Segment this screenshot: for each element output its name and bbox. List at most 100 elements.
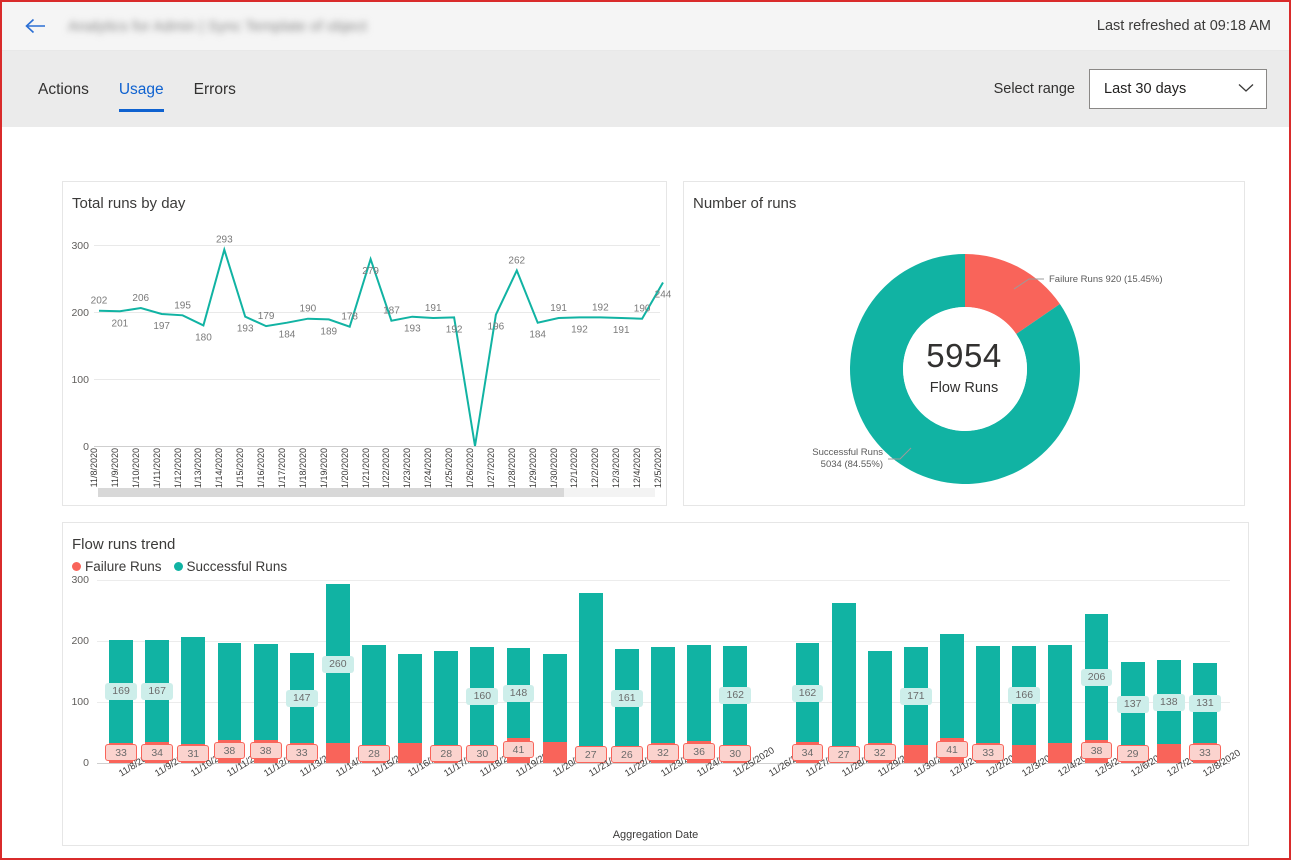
line-point-label: 192 [571, 324, 588, 335]
bar-segment-success [578, 592, 603, 747]
bar-label-failure: 41 [936, 741, 968, 759]
line-point-label: 187 [383, 306, 400, 317]
bar-segment-success [1048, 645, 1073, 743]
back-button[interactable] [18, 9, 52, 43]
line-point-label: 191 [550, 303, 567, 314]
bar-chart-bars: 169 33 11/8/2020 167 34 11/9/2020 31 11/10/2020… [63, 580, 1248, 812]
line-x-tick: 11/25/2020 [444, 448, 455, 493]
line-point-label: 279 [362, 266, 379, 277]
bar-column[interactable] [1012, 645, 1037, 763]
usage-content: Total runs by day 300 200 100 0 202 201 20… [38, 157, 1257, 858]
donut-label-failure: Failure Runs 920 (15.45%) [1049, 274, 1163, 285]
bar-column[interactable] [578, 592, 603, 763]
line-x-tick: 11/29/2020 [527, 448, 538, 493]
bar-label-failure: 32 [863, 744, 896, 762]
line-point-label: 179 [258, 311, 275, 322]
bar-label-failure: 34 [791, 743, 824, 761]
legend-dot-success [173, 562, 183, 571]
line-x-tick: 11/21/2020 [360, 448, 371, 493]
select-range-label: Select range [993, 81, 1075, 97]
page-title: Analytics for Admin | Sync Template of o… [68, 17, 367, 35]
bar-segment-success [940, 633, 964, 738]
line-point-label: 201 [112, 318, 129, 329]
line-point-label: 191 [613, 325, 630, 336]
bar-column[interactable] [542, 654, 567, 763]
bar-label-failure: 33 [285, 743, 318, 761]
range-dropdown[interactable]: Last 30 days [1089, 69, 1267, 109]
line-point-label: 197 [153, 321, 170, 332]
bar-label-success: 137 [1116, 695, 1149, 713]
bar-label-success: 147 [285, 690, 318, 708]
tab-errors[interactable]: Errors [194, 80, 236, 112]
line-chart-plot: 300 200 100 0 202 201 206 197 195 180 293 193 17… [63, 216, 671, 493]
line-point-label: 195 [174, 300, 191, 311]
line-point-label: 191 [425, 303, 442, 314]
top-chart-row: Total runs by day 300 200 100 0 202 201 20… [62, 181, 1245, 506]
bar-column[interactable] [1084, 614, 1109, 763]
line-chart-x-axis: 11/8/2020 11/9/2020 11/10/2020 11/11/2020 11… [89, 448, 663, 518]
bar-label-failure: 36 [683, 743, 716, 761]
donut-chart-title: Number of runs [693, 195, 797, 212]
bar-label-success: 260 [321, 655, 354, 673]
bar-segment-success [217, 642, 242, 740]
line-x-tick: 11/30/2020 [548, 448, 559, 493]
line-chart-scrollbar-thumb[interactable] [98, 488, 564, 497]
bar-label-success: 206 [1080, 668, 1113, 686]
bar-label-failure: 38 [249, 742, 282, 760]
line-point-label: 202 [91, 296, 108, 307]
line-x-tick: 11/14/2020 [214, 448, 225, 493]
bar-segment-success [687, 644, 712, 742]
bar-label-success: 166 [1008, 687, 1041, 705]
bar-label-success: 161 [610, 690, 643, 708]
line-x-tick: 11/20/2020 [339, 448, 350, 493]
bar-segment-failure [1156, 744, 1181, 763]
line-x-tick: 11/17/2020 [277, 448, 287, 493]
bar-segment-failure [903, 745, 928, 763]
line-point-label: 190 [634, 304, 651, 315]
bar-label-success: 160 [466, 687, 499, 705]
legend-item-failure[interactable]: Failure Runs [72, 559, 162, 574]
line-point-label: 293 [216, 235, 233, 246]
bar-label-failure: 38 [213, 742, 246, 760]
card-number-of-runs: Number of runs Failure Runs 920 (15.45%)… [683, 181, 1245, 506]
line-x-tick: 11/28/2020 [506, 448, 517, 493]
bar-column[interactable] [398, 653, 423, 763]
line-x-tick: 11/18/2020 [297, 448, 308, 493]
line-x-tick: 11/10/2020 [130, 448, 141, 493]
line-series-total-runs [98, 246, 664, 447]
legend-item-success[interactable]: Successful Runs [173, 559, 287, 574]
bar-chart-title: Flow runs trend [72, 536, 176, 553]
bar-column[interactable] [1156, 659, 1181, 763]
line-point-label: 196 [488, 322, 505, 333]
line-point-label: 178 [341, 312, 358, 323]
line-point-label: 189 [320, 326, 337, 337]
bar-segment-success [831, 603, 856, 747]
line-x-tick: 11/12/2020 [172, 448, 183, 493]
bar-column[interactable] [325, 584, 350, 763]
line-point-label: 262 [508, 255, 525, 266]
line-x-tick: 11/16/2020 [256, 448, 267, 493]
bar-segment-success [253, 644, 278, 740]
bar-column[interactable] [831, 603, 856, 763]
line-x-tick: 12/2/2020 [590, 448, 601, 489]
line-x-tick: 11/11/2020 [151, 448, 162, 492]
bar-label-success: 171 [899, 687, 932, 705]
titlebar: Analytics for Admin | Sync Template of o… [2, 2, 1289, 51]
arrow-left-icon [24, 17, 46, 35]
tab-usage[interactable]: Usage [118, 80, 164, 112]
bar-label-success: 162 [719, 687, 752, 705]
line-point-label: 192 [592, 302, 609, 313]
line-x-tick: 11/23/2020 [402, 448, 413, 493]
bar-segment-success [362, 645, 386, 746]
bar-column[interactable] [1048, 645, 1073, 763]
tab-actions[interactable]: Actions [38, 80, 89, 112]
tab-list: Actions Usage Errors [38, 66, 266, 112]
bar-segment-failure [325, 742, 350, 763]
bar-segment-failure [542, 741, 567, 763]
donut-label-success-line2: 5034 (84.55%) [821, 459, 883, 470]
line-point-label: 184 [529, 330, 546, 341]
donut-label-success-line1: Successful Runs [812, 447, 883, 458]
line-chart-scrollbar[interactable] [98, 488, 655, 497]
bar-chart-plot: 300 200 100 0 169 33 11/8/2020 167 34 11/9/20… [63, 574, 1248, 812]
bar-label-failure: 34 [141, 743, 174, 761]
